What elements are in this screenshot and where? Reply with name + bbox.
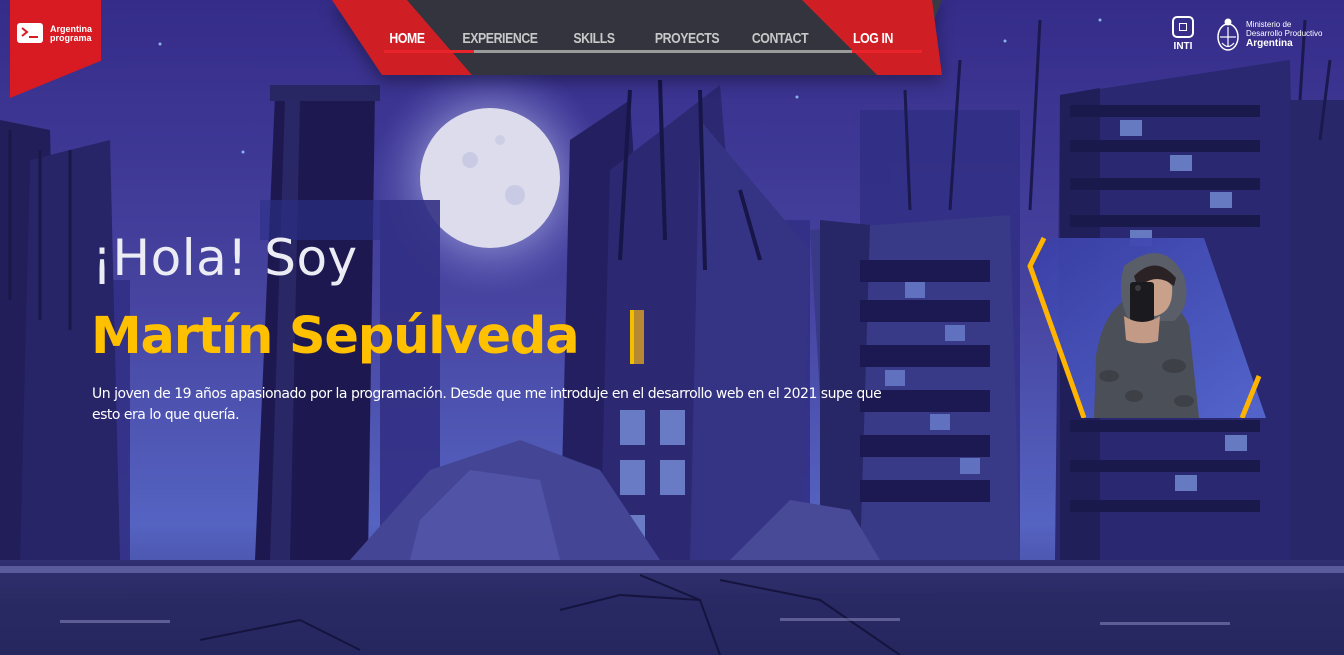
nav-items: HOME EXPERIENCE SKILLS PROYECTS CONTACT …	[332, 26, 942, 50]
nav-proyects[interactable]: PROYECTS	[655, 26, 720, 50]
hero-name: Martín Sepúlveda	[91, 307, 580, 366]
ministerio-line-2: Desarrollo Productivo	[1246, 29, 1323, 38]
nav-home-underline	[384, 50, 474, 53]
ministerio-line-1: Ministerio de	[1246, 20, 1292, 29]
ministerio-text: Ministerio de Desarrollo Productivo Arge…	[1246, 20, 1322, 49]
ministerio-logo[interactable]: Ministerio de Desarrollo Productivo Arge…	[1216, 17, 1322, 55]
inti-icon	[1172, 16, 1194, 38]
argentina-programa-wordmark: Argentina programa	[50, 25, 100, 43]
argentina-seal-icon	[1217, 18, 1239, 51]
hero-greeting: ¡Hola! Soy	[92, 229, 358, 287]
logo-line-2: programa	[50, 33, 92, 43]
inti-label: INTI	[1173, 41, 1193, 52]
terminal-prompt-icon	[17, 23, 43, 43]
login-button[interactable]: LOG IN	[851, 26, 895, 50]
nav-experience[interactable]: EXPERIENCE	[462, 26, 538, 50]
typing-cursor	[630, 310, 644, 364]
main-navigation: HOME EXPERIENCE SKILLS PROYECTS CONTACT …	[332, 0, 942, 75]
nav-skills[interactable]: SKILLS	[568, 26, 620, 50]
hero-description: Un joven de 19 años apasionado por la pr…	[92, 386, 882, 423]
inti-logo[interactable]: INTI	[1167, 16, 1199, 56]
nav-underline	[474, 50, 852, 53]
nav-login-underline	[852, 50, 922, 53]
nav-contact[interactable]: CONTACT	[752, 26, 809, 50]
nav-home[interactable]: HOME	[387, 26, 428, 50]
profile-photo	[1027, 236, 1266, 418]
ministerio-line-3: Argentina	[1246, 38, 1293, 49]
